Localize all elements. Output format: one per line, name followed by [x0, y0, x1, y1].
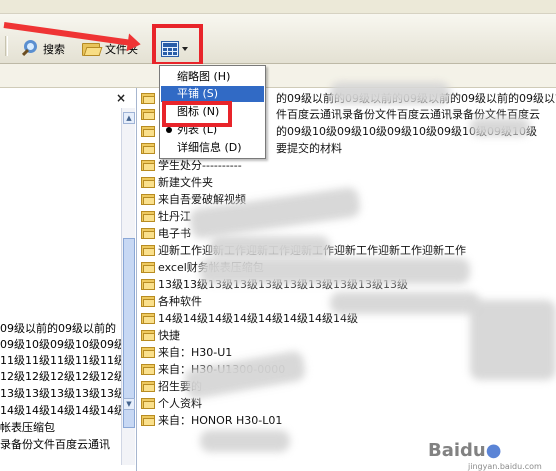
privacy-blur [470, 118, 530, 136]
tree-scrollbar[interactable]: ▲ ▼ [121, 108, 135, 465]
search-button[interactable]: 搜索 [21, 36, 65, 62]
scroll-down-icon[interactable]: ▼ [123, 398, 135, 410]
tree-item[interactable]: 13级13级13级13级13级 [0, 385, 121, 401]
folder-icon [141, 346, 155, 358]
folder-icon [141, 380, 155, 392]
folder-icon [141, 193, 155, 205]
privacy-blur [200, 430, 290, 452]
tree-item[interactable]: 11级11级11级11级11级 [0, 352, 121, 368]
privacy-blur [330, 82, 450, 104]
tree-item[interactable]: 09级以前的09级以前的 [0, 320, 121, 336]
menu-item-tiles[interactable]: 平铺 (S) [161, 86, 264, 102]
folder-icon [141, 142, 155, 154]
menu-item-details[interactable]: 详细信息 (D) [161, 140, 264, 156]
list-item[interactable]: 来自：HONOR H30-L01 [141, 412, 282, 428]
tree-item[interactable]: 录备份文件百度云通讯 [0, 436, 121, 452]
annotation-box-icons [162, 101, 232, 127]
folder-icon [141, 244, 155, 256]
toolbar-separator [5, 36, 8, 56]
folder-icon [141, 414, 155, 426]
list-item[interactable]: 学生处分---------- [141, 157, 242, 173]
folder-icon [82, 41, 103, 57]
scroll-up-icon[interactable]: ▲ [123, 112, 135, 124]
folder-icon [141, 227, 155, 239]
menu-bar [0, 0, 556, 14]
list-item[interactable]: 14级14级14级14级14级14级14级14级 [141, 310, 358, 326]
folder-icon [141, 329, 155, 341]
list-item[interactable]: 快捷 [141, 327, 180, 343]
folder-icon [141, 176, 155, 188]
folder-icon [141, 125, 155, 137]
folder-icon [141, 295, 155, 307]
search-icon [21, 40, 40, 58]
folder-icon [141, 92, 155, 104]
folder-icon [141, 108, 155, 120]
folder-icon [141, 278, 155, 290]
folder-icon [141, 312, 155, 324]
paw-icon: ● [485, 440, 502, 461]
tree-item[interactable]: 12级12级12级12级12级 [0, 368, 121, 384]
privacy-blur [330, 292, 480, 314]
tree-item[interactable]: 14级14级14级14级14级 [0, 402, 121, 418]
folder-icon [141, 159, 155, 171]
close-icon[interactable]: × [116, 91, 126, 105]
folder-icon [141, 210, 155, 222]
watermark-logo: Baidu● jingyan.baidu.com [428, 440, 542, 471]
tree-item[interactable]: 09级10级09级10级09级10 [0, 336, 121, 352]
radio-bullet-icon [166, 127, 172, 133]
list-item[interactable]: 电子书 [141, 225, 191, 241]
list-item[interactable]: 来自：H30-U1 [141, 344, 232, 360]
privacy-blur [200, 258, 470, 284]
folder-icon [141, 261, 155, 273]
list-item[interactable]: 牡丹江 [141, 208, 191, 224]
search-button-label: 搜索 [43, 43, 65, 56]
privacy-blur [210, 236, 330, 258]
address-bar [0, 64, 556, 88]
privacy-blur [470, 300, 556, 380]
list-item[interactable]: 新建文件夹 [141, 174, 213, 190]
folder-icon [141, 397, 155, 409]
tree-item[interactable]: 帐表压缩包 [0, 419, 121, 435]
menu-item-thumbnails[interactable]: 缩略图 (H) [161, 69, 264, 85]
list-item[interactable]: 各种软件 [141, 293, 202, 309]
folder-icon [141, 363, 155, 375]
annotation-box-views [152, 24, 203, 66]
